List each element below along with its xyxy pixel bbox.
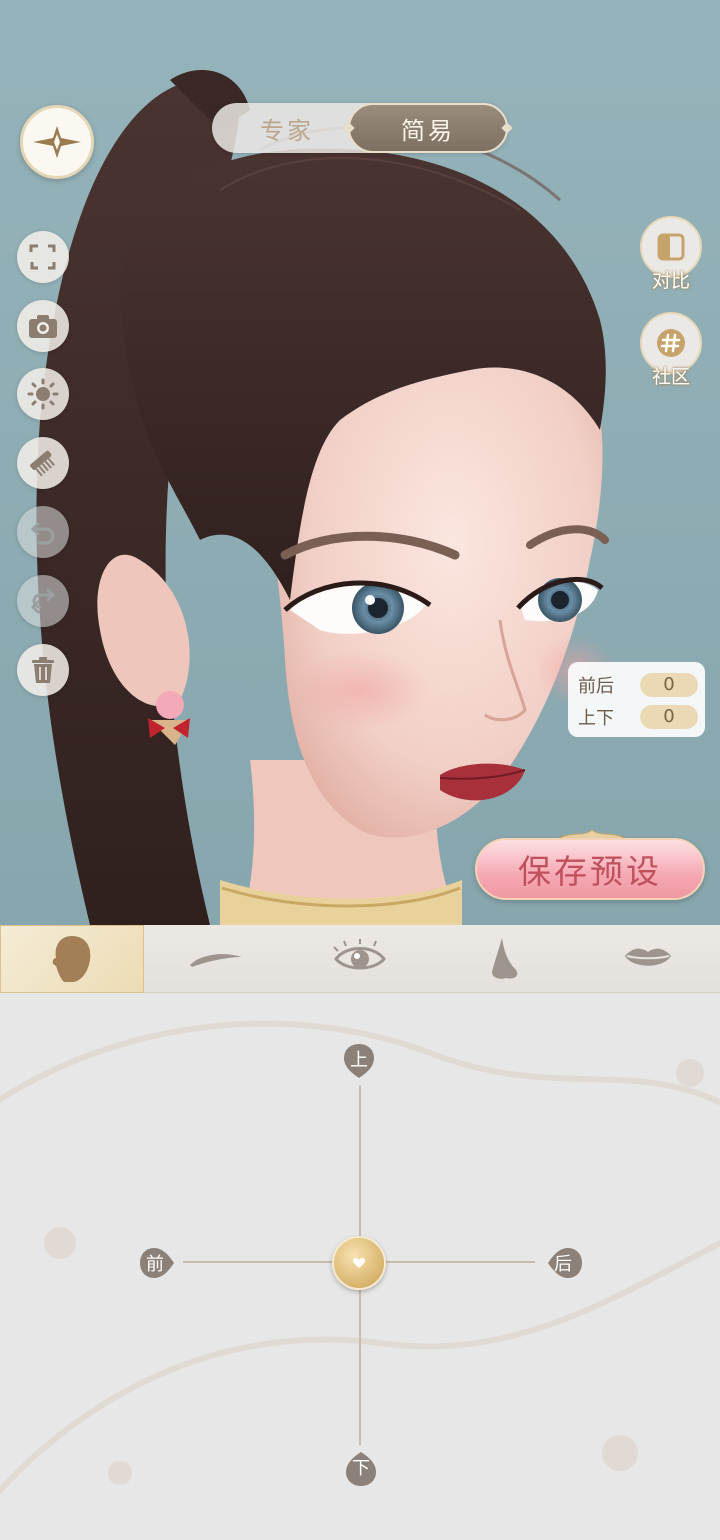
menu-star-icon [33,126,81,158]
hair-button[interactable] [17,437,69,489]
redo-button[interactable] [17,575,69,627]
menu-button[interactable] [20,105,94,179]
direction-front[interactable]: 前 [138,1246,174,1280]
nose-icon [492,938,518,979]
up-down-label: 上下 [578,708,614,729]
front-back-value: 0 [640,673,698,697]
redo-icon [30,588,56,614]
undo-button[interactable] [17,506,69,558]
up-down-value: 0 [640,705,698,729]
simple-mode-tab[interactable]: 简易 [348,103,508,153]
feature-category-bar [0,925,720,993]
face-shape-icon [52,936,91,982]
camera-icon [29,315,57,338]
mode-toggle[interactable]: 专家 简易 [212,103,508,153]
delete-button[interactable] [17,644,69,696]
undo-icon [30,522,55,545]
direction-back[interactable]: 后 [546,1246,582,1280]
camera-button[interactable] [17,300,69,352]
eyebrow-icon [190,954,242,967]
direction-up[interactable]: 上 [342,1042,376,1078]
comb-icon [30,450,55,477]
tab-lips[interactable] [576,925,720,993]
trash-icon [32,657,54,683]
tab-face-shape[interactable] [0,925,144,993]
joystick-knob[interactable] [332,1236,386,1290]
eye-icon [333,939,386,970]
expert-mode-tab[interactable]: 专家 [212,103,362,153]
tab-eye[interactable] [288,925,432,993]
save-preset-button[interactable]: 保存预设 [475,838,705,900]
compare-icon [657,233,685,261]
fullscreen-icon [29,244,56,270]
front-back-label: 前后 [578,676,614,697]
fullscreen-button[interactable] [17,231,69,283]
hashtag-icon [657,329,685,357]
offset-panel: 前后 0 上下 0 [568,662,705,737]
lips-icon [625,948,671,966]
compare-label: 对比 [651,270,690,292]
heart-icon [353,1258,365,1268]
brightness-icon [27,378,59,410]
lighting-button[interactable] [17,368,69,420]
community-label: 社区 [651,366,690,388]
direction-down[interactable]: 下 [344,1450,378,1486]
tab-eyebrow[interactable] [144,925,288,993]
tab-nose[interactable] [432,925,576,993]
character-viewport[interactable]: 专家 简易 对比 社区 前后 0 上下 0 保存预设 [0,0,720,925]
